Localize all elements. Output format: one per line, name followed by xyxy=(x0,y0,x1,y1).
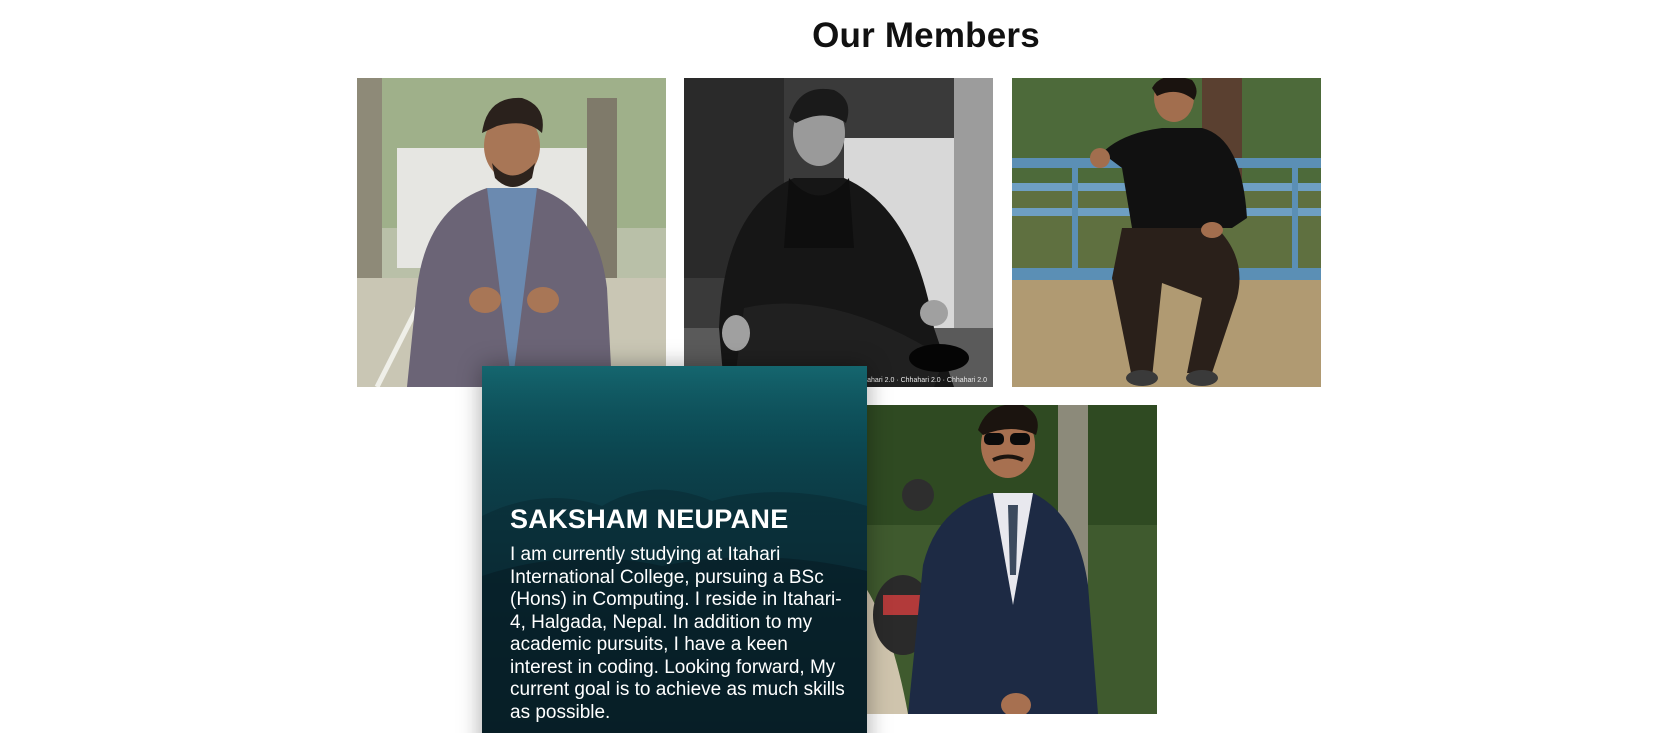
members-section: Our Members Chhahari 2.0 · Chhahari 2.0 … xyxy=(0,0,1674,733)
member-bio: I am currently studying at Itahari Inter… xyxy=(510,544,845,723)
member-photo-3[interactable] xyxy=(1012,78,1321,387)
member-photo-2[interactable]: Chhahari 2.0 · Chhahari 2.0 · Chhahari 2… xyxy=(684,78,993,387)
person-photo-icon xyxy=(684,78,993,387)
person-photo-icon xyxy=(1012,78,1321,387)
featured-member-card[interactable]: SAKSHAM NEUPANE I am currently studying … xyxy=(482,366,867,733)
member-name: SAKSHAM NEUPANE xyxy=(510,504,789,534)
person-photo-icon xyxy=(848,405,1157,714)
photo-watermark: Chhahari 2.0 · Chhahari 2.0 · Chhahari 2… xyxy=(854,377,987,384)
member-photo-4[interactable] xyxy=(848,405,1157,714)
page-title: Our Members xyxy=(812,16,1040,55)
person-photo-icon xyxy=(357,78,666,387)
member-photo-1[interactable] xyxy=(357,78,666,387)
